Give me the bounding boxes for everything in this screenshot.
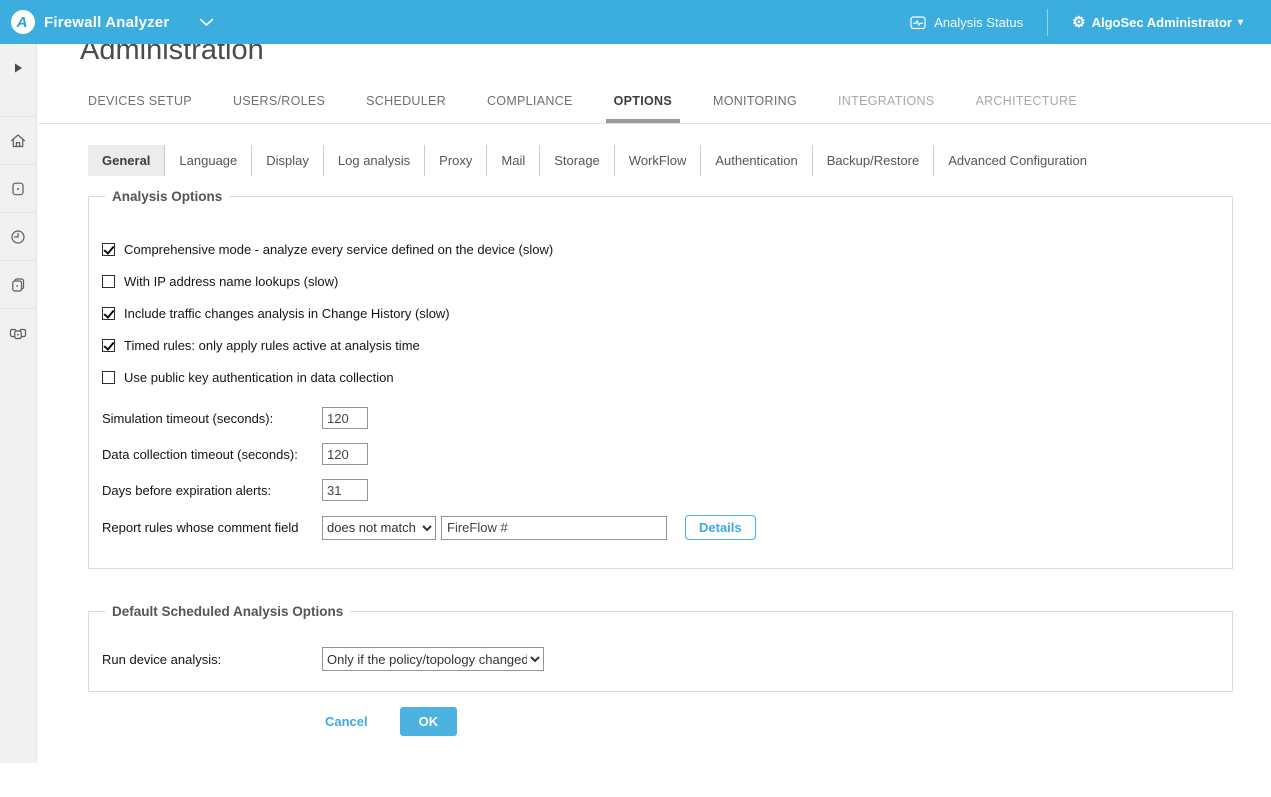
analysis-options-panel: Analysis Options Comprehensive mode - an… xyxy=(88,189,1233,569)
form-actions: Cancel OK xyxy=(325,707,1271,736)
tab-options[interactable]: OPTIONS xyxy=(606,94,680,123)
checkbox-row: Use public key authentication in data co… xyxy=(102,370,1232,385)
tab-devices-setup[interactable]: DEVICES SETUP xyxy=(88,94,192,123)
field-row: Data collection timeout (seconds): xyxy=(102,443,1232,465)
ip-lookups-checkbox[interactable] xyxy=(102,275,115,288)
comment-pattern-input[interactable] xyxy=(441,516,667,540)
field-row: Simulation timeout (seconds): xyxy=(102,407,1232,429)
topbar-divider xyxy=(1047,9,1048,36)
algosec-logo-icon: A xyxy=(11,10,35,34)
checkbox-label: Comprehensive mode - analyze every servi… xyxy=(124,242,553,257)
subtab-mail[interactable]: Mail xyxy=(486,145,539,176)
analysis-options-legend: Analysis Options xyxy=(105,189,229,204)
app-switcher-chevron-icon[interactable] xyxy=(199,18,214,27)
checkbox-row: Timed rules: only apply rules active at … xyxy=(102,338,1232,353)
checkbox-row: Include traffic changes analysis in Chan… xyxy=(102,306,1232,321)
comment-match-select[interactable]: does not match xyxy=(322,516,436,540)
app-title: Firewall Analyzer xyxy=(44,14,169,31)
left-sidebar xyxy=(0,44,37,763)
checkbox-label: Include traffic changes analysis in Chan… xyxy=(124,306,450,321)
tab-monitoring[interactable]: MONITORING xyxy=(713,94,797,123)
sidebar-item-history[interactable] xyxy=(0,212,36,260)
subtab-language[interactable]: Language xyxy=(164,145,251,176)
simulation-timeout-label: Simulation timeout (seconds): xyxy=(102,411,322,426)
public-key-auth-checkbox[interactable] xyxy=(102,371,115,384)
subtab-authentication[interactable]: Authentication xyxy=(700,145,811,176)
analysis-status-label: Analysis Status xyxy=(934,15,1023,30)
sidebar-item-device-groups[interactable] xyxy=(0,308,36,356)
run-device-analysis-select[interactable]: Only if the policy/topology changed xyxy=(322,647,544,671)
traffic-changes-checkbox[interactable] xyxy=(102,307,115,320)
subtab-backup-restore[interactable]: Backup/Restore xyxy=(812,145,934,176)
devices-icon xyxy=(9,180,27,198)
tab-architecture[interactable]: ARCHITECTURE xyxy=(975,94,1077,123)
details-button[interactable]: Details xyxy=(685,515,756,540)
device-groups-icon xyxy=(8,324,28,342)
checkbox-row: With IP address name lookups (slow) xyxy=(102,274,1232,289)
subtab-proxy[interactable]: Proxy xyxy=(424,145,486,176)
checkbox-label: Timed rules: only apply rules active at … xyxy=(124,338,420,353)
report-rules-label: Report rules whose comment field xyxy=(102,520,322,535)
tab-scheduler[interactable]: SCHEDULER xyxy=(366,94,446,123)
ok-button[interactable]: OK xyxy=(400,707,458,736)
subtab-general[interactable]: General xyxy=(88,145,164,176)
tab-integrations[interactable]: INTEGRATIONS xyxy=(838,94,934,123)
run-device-analysis-label: Run device analysis: xyxy=(102,652,322,667)
sidebar-expand-button[interactable] xyxy=(0,44,36,92)
subtab-display[interactable]: Display xyxy=(251,145,323,176)
subtab-workflow[interactable]: WorkFlow xyxy=(614,145,701,176)
expand-arrow-icon xyxy=(13,62,23,74)
simulation-timeout-input[interactable] xyxy=(322,407,368,429)
timed-rules-checkbox[interactable] xyxy=(102,339,115,352)
gear-icon: ⚙ xyxy=(1072,15,1085,30)
sidebar-item-home[interactable] xyxy=(0,116,36,164)
comprehensive-mode-checkbox[interactable] xyxy=(102,243,115,256)
subtab-advanced-configuration[interactable]: Advanced Configuration xyxy=(933,145,1101,176)
report-rules-row: Report rules whose comment field does no… xyxy=(102,515,1232,540)
main-content: Administration DEVICES SETUP USERS/ROLES… xyxy=(38,34,1271,736)
main-tab-bar: DEVICES SETUP USERS/ROLES SCHEDULER COMP… xyxy=(38,94,1271,124)
history-clock-icon xyxy=(9,228,27,246)
user-menu[interactable]: ⚙ AlgoSec Administrator ▾ xyxy=(1072,15,1243,30)
checkbox-label: With IP address name lookups (slow) xyxy=(124,274,338,289)
user-menu-label: AlgoSec Administrator xyxy=(1092,15,1232,30)
expiration-alerts-input[interactable] xyxy=(322,479,368,501)
field-row: Days before expiration alerts: xyxy=(102,479,1232,501)
caret-down-icon: ▾ xyxy=(1238,17,1243,28)
checkbox-row: Comprehensive mode - analyze every servi… xyxy=(102,242,1232,257)
top-bar: A Firewall Analyzer Analysis Status ⚙ Al… xyxy=(0,0,1271,44)
logo-letter: A xyxy=(17,15,28,30)
data-collection-timeout-input[interactable] xyxy=(322,443,368,465)
pulse-monitor-icon xyxy=(910,15,926,30)
tab-compliance[interactable]: COMPLIANCE xyxy=(487,94,573,123)
subtab-log-analysis[interactable]: Log analysis xyxy=(323,145,424,176)
data-collection-timeout-label: Data collection timeout (seconds): xyxy=(102,447,322,462)
scheduled-options-panel: Default Scheduled Analysis Options Run d… xyxy=(88,604,1233,692)
analysis-status-button[interactable]: Analysis Status xyxy=(910,15,1023,30)
subtab-storage[interactable]: Storage xyxy=(539,145,614,176)
checkbox-label: Use public key authentication in data co… xyxy=(124,370,394,385)
reports-icon xyxy=(9,276,27,294)
options-subtab-bar: General Language Display Log analysis Pr… xyxy=(88,145,1271,176)
run-analysis-row: Run device analysis: Only if the policy/… xyxy=(102,647,1232,671)
scheduled-options-legend: Default Scheduled Analysis Options xyxy=(105,604,350,619)
home-icon xyxy=(9,132,27,150)
expiration-alerts-label: Days before expiration alerts: xyxy=(102,483,322,498)
tab-users-roles[interactable]: USERS/ROLES xyxy=(233,94,325,123)
sidebar-item-devices[interactable] xyxy=(0,164,36,212)
cancel-button[interactable]: Cancel xyxy=(325,714,368,729)
sidebar-item-reports[interactable] xyxy=(0,260,36,308)
